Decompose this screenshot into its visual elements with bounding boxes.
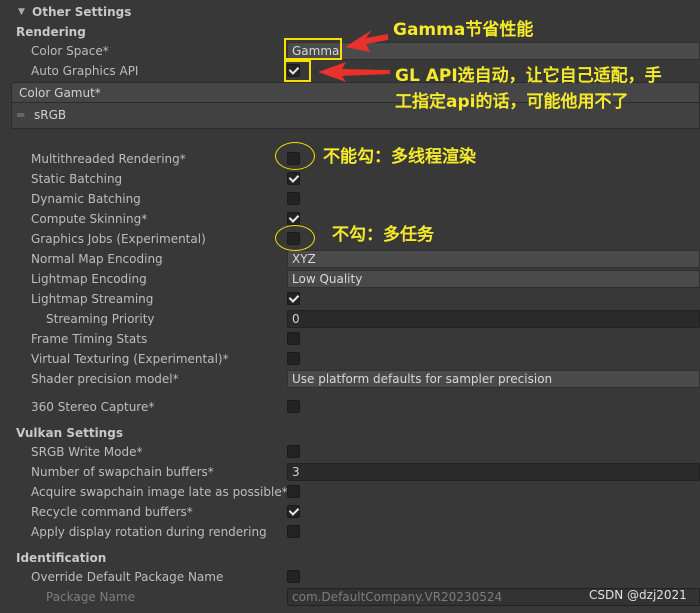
annotation-gamma: Gamma节省性能 (393, 20, 534, 40)
annotation-gl-api-line2: 工指定api的话，可能他用不了 (395, 92, 629, 112)
annotation-multithread: 不能勾：多线程渲染 (323, 147, 476, 167)
watermark: CSDN @dzj2021 (589, 588, 687, 602)
gamma-arrow-icon (345, 30, 388, 52)
annotation-gl-api-line1: GL API选自动，让它自己适配，手 (395, 66, 662, 86)
auto-api-arrow-icon (318, 62, 390, 82)
annotation-graphics-jobs: 不勾：多任务 (332, 225, 434, 245)
